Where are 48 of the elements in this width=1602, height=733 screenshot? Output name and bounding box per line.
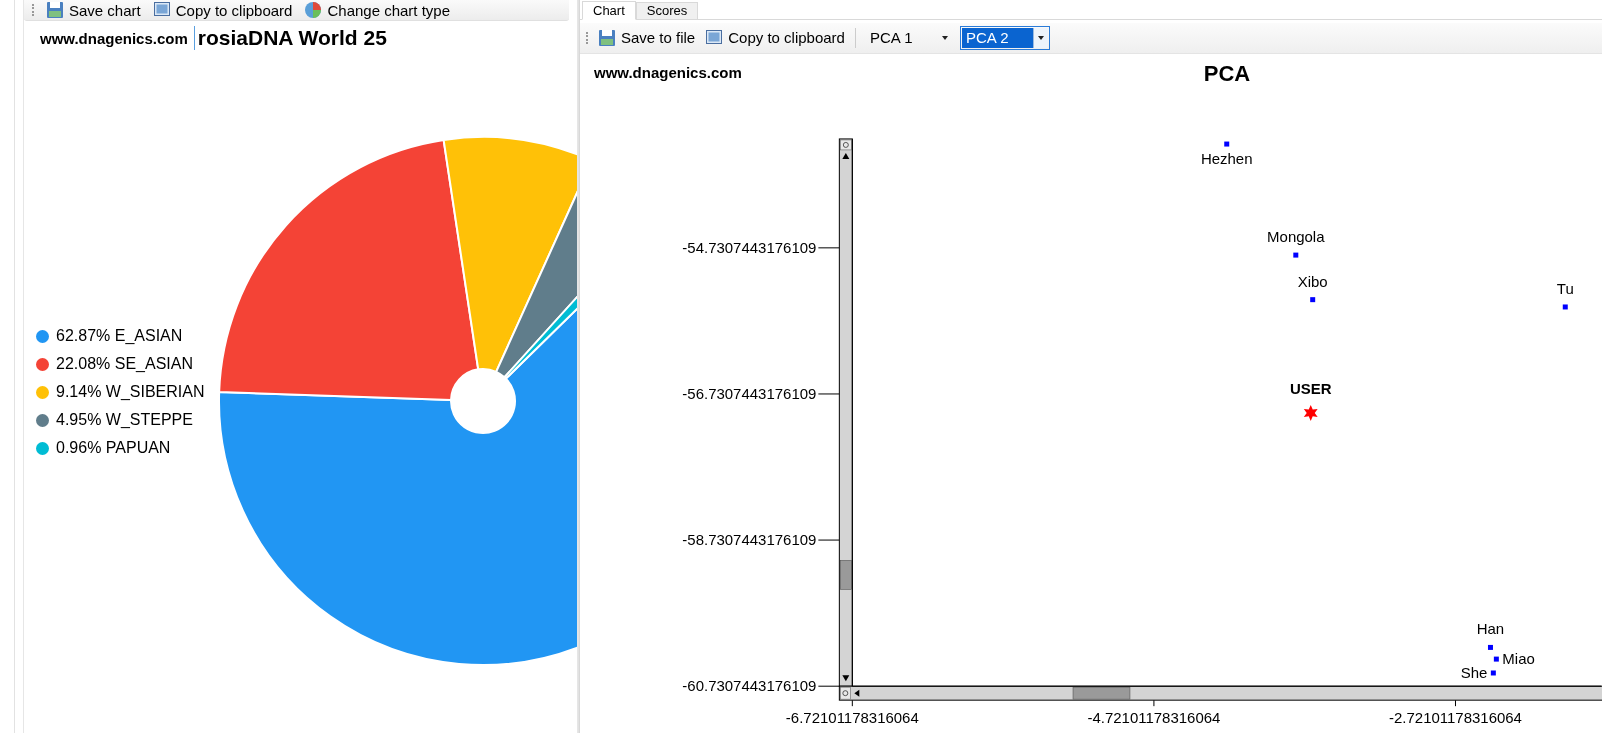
tab[interactable]: Scores: [635, 1, 699, 19]
copy-icon: [152, 1, 171, 19]
legend-label: 0.96% PAPUAN: [56, 438, 171, 458]
legend-label: 62.87% E_ASIAN: [56, 326, 183, 346]
point-label: Han: [1476, 620, 1505, 638]
tick-mark: [817, 393, 840, 395]
tick-mark: [817, 539, 840, 541]
dropdown[interactable]: PCA 1: [863, 25, 954, 50]
point-label: Hezhen: [1200, 149, 1253, 167]
toolbar-button[interactable]: Copy to clipboard: [150, 1, 295, 19]
tick-mark: [1455, 699, 1456, 707]
chart-title: PCA: [1203, 60, 1251, 87]
toolbar-button[interactable]: Change chart type: [302, 1, 453, 19]
caret-icon: [941, 35, 948, 40]
axis-tick-label: -54.7307443176109: [682, 238, 817, 256]
toolbar-button[interactable]: Save to file: [596, 28, 698, 47]
point-label: Miao: [1502, 649, 1535, 667]
toolbar-button[interactable]: Save chart: [44, 1, 143, 19]
toolbar-button[interactable]: Copy to clipboard: [703, 28, 847, 47]
tick-mark: [817, 247, 840, 249]
pie-chart-icon: [304, 1, 323, 19]
tab[interactable]: Chart: [582, 0, 636, 20]
axis-tick-label: -58.7307443176109: [682, 530, 817, 548]
caret-icon: [1037, 35, 1044, 40]
vertical-scrollbar[interactable]: [838, 138, 853, 687]
tick-mark: [817, 685, 840, 687]
legend-label: 4.95% W_STEPPE: [56, 410, 193, 430]
tick-mark: [1153, 699, 1155, 707]
point-label: Mongola: [1267, 228, 1325, 245]
axis-tick-label: -60.7307443176109: [682, 677, 817, 695]
dropdown[interactable]: PCA 2: [959, 25, 1050, 50]
toolbar-grip[interactable]: [32, 4, 36, 16]
legend-label: 22.08% SE_ASIAN: [56, 354, 193, 374]
axis-tick-label: -56.7307443176109: [682, 384, 817, 402]
point-label: Xibo: [1297, 272, 1328, 290]
chart-title: rosiaDNA World 25: [193, 26, 387, 50]
site-watermark: www.dnagenics.com: [593, 63, 742, 81]
site-watermark: www.dnagenics.com: [40, 29, 188, 47]
copy-icon: [705, 28, 724, 47]
legend-label: 9.14% W_SIBERIAN: [56, 382, 205, 402]
axis-tick-label: -6.72101178316064: [785, 709, 919, 726]
point-label: She: [1460, 663, 1488, 681]
toolbar-grip[interactable]: [586, 31, 590, 44]
axis-tick-label: -4.72101178316064: [1087, 709, 1221, 726]
point-label: USER: [1289, 379, 1332, 397]
axis-tick-label: -2.72101178316064: [1389, 709, 1522, 726]
point-label: Tu: [1556, 279, 1574, 297]
tick-mark: [851, 699, 853, 707]
